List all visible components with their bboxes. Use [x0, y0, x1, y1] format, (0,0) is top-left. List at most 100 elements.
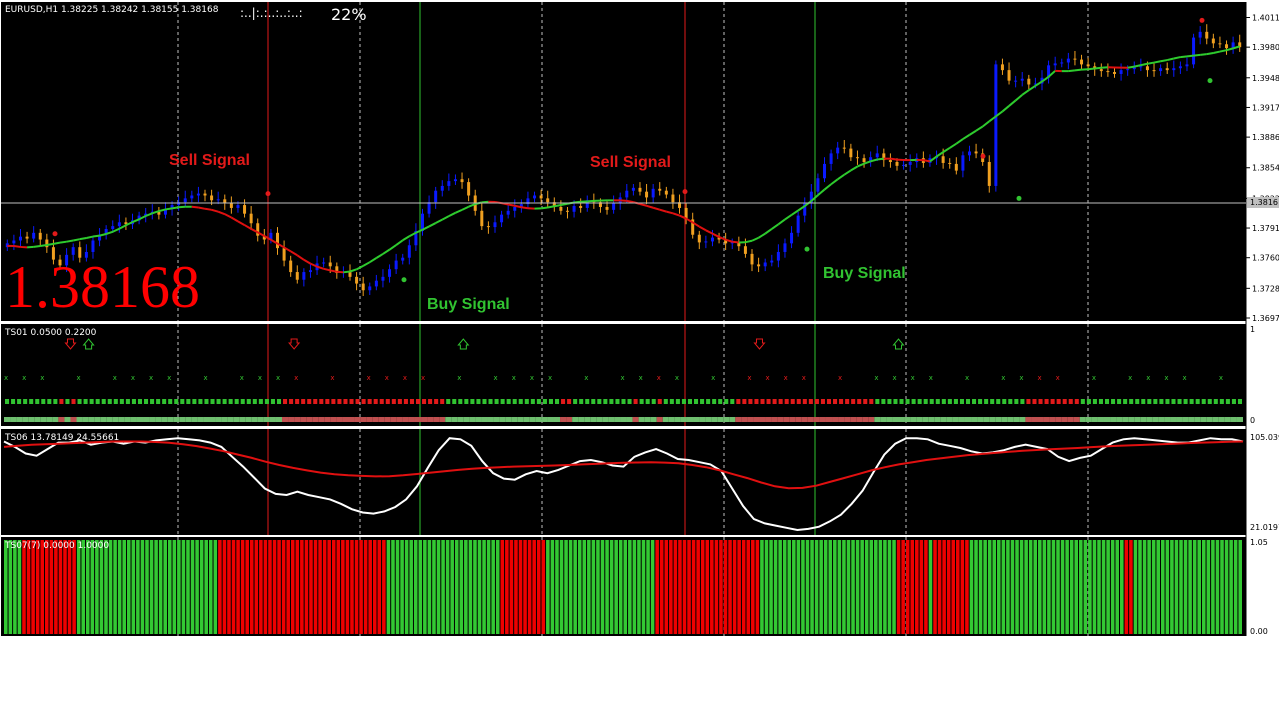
ts01-block	[984, 399, 989, 404]
ts07-bar	[104, 540, 108, 634]
ts01-block	[615, 399, 620, 404]
candle-body	[671, 194, 675, 203]
ts07-bar	[445, 540, 450, 634]
ts01-block	[881, 399, 886, 404]
ts01-strip	[1146, 417, 1153, 422]
ts07-bar	[318, 540, 322, 634]
ts01-block	[1056, 399, 1061, 404]
ts01-block	[325, 399, 330, 404]
ts01-mark: x	[367, 374, 371, 382]
ts07-bar	[163, 540, 167, 634]
ts07-bar	[910, 540, 915, 634]
ts01-strip	[390, 417, 397, 422]
ts01-strip	[717, 417, 724, 422]
ts07-bar	[1106, 540, 1110, 634]
candle-body	[368, 286, 372, 291]
ts07-bar	[778, 540, 782, 634]
candle-body	[849, 148, 853, 158]
ts01-block	[29, 399, 34, 404]
ts07-bar	[864, 540, 869, 634]
ma-segment	[587, 199, 594, 203]
ts01-strip	[1110, 417, 1117, 422]
ts01-block	[766, 399, 771, 404]
ts01-block	[373, 399, 378, 404]
ts01-block	[833, 399, 838, 404]
ts07-bar	[1074, 540, 1079, 634]
candle-body	[513, 206, 517, 211]
ts01-strip	[257, 417, 264, 422]
ts07-bar	[591, 540, 596, 634]
candle-body	[842, 147, 846, 149]
candle-body	[401, 257, 405, 261]
ts07-bar	[696, 540, 700, 634]
ts07-bar	[924, 540, 928, 634]
ts01-strip	[1001, 417, 1008, 422]
ts01-strip	[1031, 417, 1038, 422]
ts01-strip	[741, 417, 748, 422]
ts01-block	[409, 399, 414, 404]
ts01-strip	[1085, 417, 1092, 422]
candle-body	[38, 232, 42, 240]
ts01-block	[700, 399, 705, 404]
subpane-tick-label: 1.05	[1250, 538, 1268, 547]
ts01-block	[422, 399, 427, 404]
ts07-bar	[892, 540, 896, 634]
candle-body	[467, 182, 471, 196]
candle-body	[111, 226, 115, 229]
ts07-bar	[436, 540, 441, 634]
ts01-strip	[408, 417, 415, 422]
ts01-block	[548, 399, 553, 404]
ts07-bar	[596, 540, 600, 634]
ts01-mark: x	[421, 374, 425, 382]
candle-body	[1060, 62, 1064, 64]
ts01-mark: x	[40, 374, 44, 382]
ts01-strip	[1097, 417, 1104, 422]
ts01-strip	[1055, 417, 1062, 422]
ts01-strip	[989, 417, 996, 422]
ts01-strip	[40, 417, 47, 422]
ts01-block	[367, 399, 372, 404]
ts07-bar	[705, 540, 710, 634]
candle-body	[381, 276, 385, 281]
candle-body	[579, 206, 583, 208]
ts07-bar	[956, 540, 960, 634]
ts07-bar	[532, 540, 536, 634]
ts07-bar	[719, 540, 723, 634]
ts01-block	[760, 399, 765, 404]
ts07-bar	[231, 540, 236, 634]
ts01-mark: x	[113, 374, 117, 382]
ts01-strip	[735, 417, 742, 422]
ts01-strip	[1128, 417, 1135, 422]
ma-segment	[1213, 50, 1221, 54]
ts07-bar	[418, 540, 423, 634]
ts07-bar	[281, 540, 286, 634]
ts07-bar	[1083, 540, 1088, 634]
ts01-strip	[124, 417, 131, 422]
ts07-bar	[350, 540, 354, 634]
candle-body	[210, 195, 214, 201]
ts01-strip	[1182, 417, 1189, 422]
ts01-strip	[499, 417, 506, 422]
ma-segment	[33, 245, 41, 248]
ts07-bar	[22, 540, 26, 634]
ts01-block	[1008, 399, 1013, 404]
ts01-block	[694, 399, 699, 404]
ts01-strip	[1134, 417, 1141, 422]
ts07-bar	[746, 540, 751, 634]
ts01-mark: x	[1146, 374, 1150, 382]
ts01-block	[911, 399, 916, 404]
ts01-block	[899, 399, 904, 404]
ts07-bar	[664, 540, 669, 634]
ts01-strip	[34, 417, 41, 422]
ts01-strip	[511, 417, 518, 422]
ts07-bar	[117, 540, 122, 634]
ma-segment	[877, 157, 884, 161]
ts07-bar	[587, 540, 591, 634]
ts07-bar	[700, 540, 705, 634]
ts01-block	[47, 399, 52, 404]
ts01-strip	[547, 417, 554, 422]
ts01-strip	[1007, 417, 1014, 422]
y-tick-label: 1.3917	[1252, 103, 1279, 112]
ts07-bar	[764, 540, 769, 634]
ts07-bar	[1092, 540, 1097, 634]
